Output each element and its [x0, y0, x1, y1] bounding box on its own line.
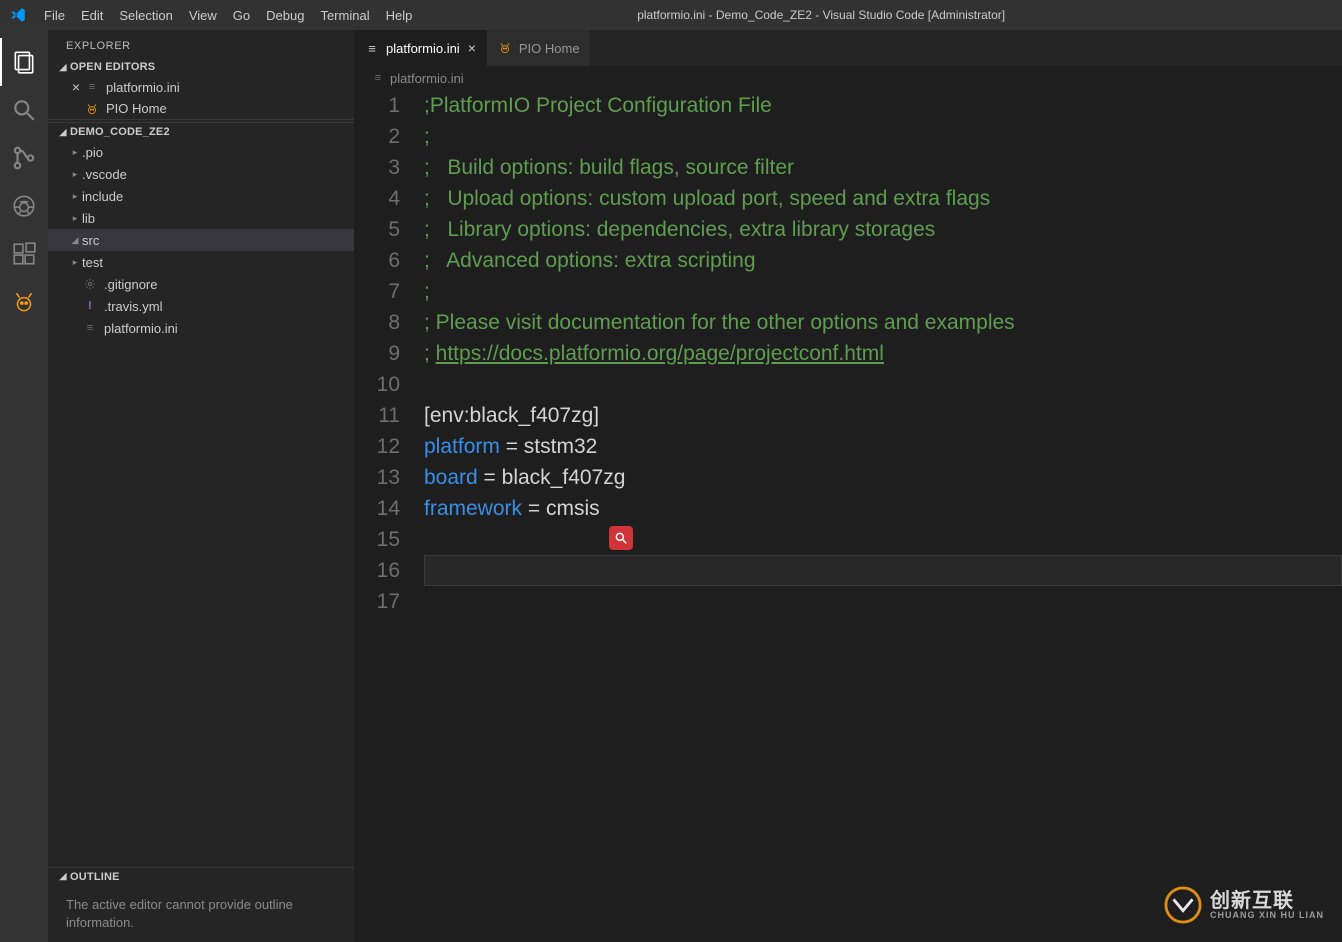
code-line[interactable]: ; https://docs.platformio.org/page/proje…	[424, 338, 1342, 369]
menu-go[interactable]: Go	[225, 8, 258, 23]
folder-item[interactable]: ▸include	[48, 185, 354, 207]
tree-item-label: include	[82, 189, 354, 204]
activity-search-icon[interactable]	[0, 86, 48, 134]
code-line[interactable]: ; Please visit documentation for the oth…	[424, 307, 1342, 338]
chevron-right-icon: ▸	[68, 147, 82, 158]
tree-item-label: .pio	[82, 145, 354, 160]
sidebar: EXPLORER ◢ OPEN EDITORS ×≡platformio.ini…	[48, 30, 354, 942]
settings-file-icon: ≡	[82, 320, 98, 336]
chevron-right-icon: ▸	[68, 257, 82, 268]
folder-item[interactable]: ▸lib	[48, 207, 354, 229]
outline-empty-message: The active editor cannot provide outline…	[48, 886, 354, 942]
code-line[interactable]: ; Library options: dependencies, extra l…	[424, 214, 1342, 245]
activity-scm-icon[interactable]	[0, 134, 48, 182]
code-line[interactable]	[424, 369, 1342, 400]
exclamation-icon: !	[82, 298, 98, 314]
open-editor-item[interactable]: PIO Home	[48, 98, 354, 120]
code-line[interactable]: board = black_f407zg	[424, 462, 1342, 493]
activity-extensions-icon[interactable]	[0, 230, 48, 278]
code-line[interactable]: ; Build options: build flags, source fil…	[424, 152, 1342, 183]
menubar: FileEditSelectionViewGoDebugTerminalHelp…	[0, 0, 1342, 30]
chevron-down-icon: ◢	[56, 127, 70, 138]
workspace-header[interactable]: ◢ DEMO_CODE_ZE2	[48, 122, 354, 141]
folder-item[interactable]: ◢src	[48, 229, 354, 251]
tree-item-label: lib	[82, 211, 354, 226]
file-item[interactable]: .gitignore	[48, 273, 354, 295]
menu-selection[interactable]: Selection	[111, 8, 180, 23]
close-icon[interactable]: ×	[68, 79, 84, 95]
settings-file-icon: ≡	[364, 41, 380, 56]
open-editor-item[interactable]: ×≡ platformio.ini	[48, 76, 354, 98]
tab-label: PIO Home	[519, 41, 580, 56]
close-icon[interactable]: ×	[468, 40, 476, 56]
sidebar-title: EXPLORER	[48, 30, 354, 58]
platformio-icon	[84, 101, 100, 117]
window-title: platformio.ini - Demo_Code_ZE2 - Visual …	[420, 8, 1222, 22]
chevron-down-icon: ◢	[56, 871, 70, 882]
chevron-right-icon: ▸	[68, 213, 82, 224]
tree-item-label: src	[82, 233, 354, 248]
folder-item[interactable]: ▸.vscode	[48, 163, 354, 185]
open-editor-label: platformio.ini	[106, 80, 354, 95]
activity-platformio-icon[interactable]	[0, 278, 48, 326]
tab-platformio-ini[interactable]: ≡ platformio.ini ×	[354, 30, 487, 66]
menu-debug[interactable]: Debug	[258, 8, 312, 23]
chevron-right-icon: ▸	[68, 169, 82, 180]
vscode-logo-icon	[0, 6, 36, 24]
activity-debug-icon[interactable]	[0, 182, 48, 230]
editor-area: ≡platformio.ini×PIO Home ≡ platformio.in…	[354, 30, 1342, 942]
tree-item-label: .gitignore	[104, 277, 354, 292]
file-item[interactable]: ≡ platformio.ini	[48, 317, 354, 339]
code-content[interactable]: ;PlatformIO Project Configuration File;;…	[424, 90, 1342, 942]
tree-item-label: .travis.yml	[104, 299, 354, 314]
folder-item[interactable]: ▸test	[48, 251, 354, 273]
tab-pio-home[interactable]: PIO Home	[487, 30, 591, 66]
folder-item[interactable]: ▸.pio	[48, 141, 354, 163]
activity-explorer-icon[interactable]	[0, 38, 48, 86]
code-line[interactable]: ; Upload options: custom upload port, sp…	[424, 183, 1342, 214]
code-line[interactable]: platform = ststm32	[424, 431, 1342, 462]
platformio-icon	[497, 41, 513, 55]
menu-edit[interactable]: Edit	[73, 8, 111, 23]
search-badge-icon[interactable]	[609, 526, 633, 550]
settings-file-icon: ≡	[84, 79, 100, 95]
open-editor-label: PIO Home	[106, 101, 354, 116]
code-editor[interactable]: 1234567891011121314151617 ;PlatformIO Pr…	[354, 90, 1342, 942]
chevron-down-icon: ◢	[68, 235, 82, 246]
line-number-gutter: 1234567891011121314151617	[354, 90, 424, 942]
activity-bar	[0, 30, 48, 942]
code-line[interactable]	[424, 586, 1342, 617]
code-line[interactable]: framework = cmsis	[424, 493, 1342, 524]
code-line[interactable]: ;	[424, 276, 1342, 307]
menu-help[interactable]: Help	[378, 8, 421, 23]
tree-item-label: platformio.ini	[104, 321, 354, 336]
menu-view[interactable]: View	[181, 8, 225, 23]
menu-terminal[interactable]: Terminal	[312, 8, 377, 23]
code-line[interactable]: ;	[424, 121, 1342, 152]
code-line[interactable]	[424, 555, 1342, 586]
chevron-down-icon: ◢	[56, 62, 70, 73]
tree-item-label: test	[82, 255, 354, 270]
tab-label: platformio.ini	[386, 41, 460, 56]
outline-header[interactable]: ◢ OUTLINE	[48, 867, 354, 886]
tab-bar: ≡ platformio.ini × PIO Home	[354, 30, 1342, 66]
watermark: 创新互联 CHUANG XIN HU LIAN	[1164, 886, 1324, 924]
breadcrumb[interactable]: ≡ platformio.ini	[354, 66, 1342, 90]
gear-icon	[82, 276, 98, 292]
file-item[interactable]: ! .travis.yml	[48, 295, 354, 317]
settings-icon: ≡	[370, 70, 386, 86]
open-editors-header[interactable]: ◢ OPEN EDITORS	[48, 58, 354, 76]
code-line[interactable]: ; Advanced options: extra scripting	[424, 245, 1342, 276]
code-line[interactable]: [env:black_f407zg]	[424, 400, 1342, 431]
code-line[interactable]: ;PlatformIO Project Configuration File	[424, 90, 1342, 121]
menu-file[interactable]: File	[36, 8, 73, 23]
tree-item-label: .vscode	[82, 167, 354, 182]
chevron-right-icon: ▸	[68, 191, 82, 202]
code-line[interactable]	[424, 524, 1342, 555]
